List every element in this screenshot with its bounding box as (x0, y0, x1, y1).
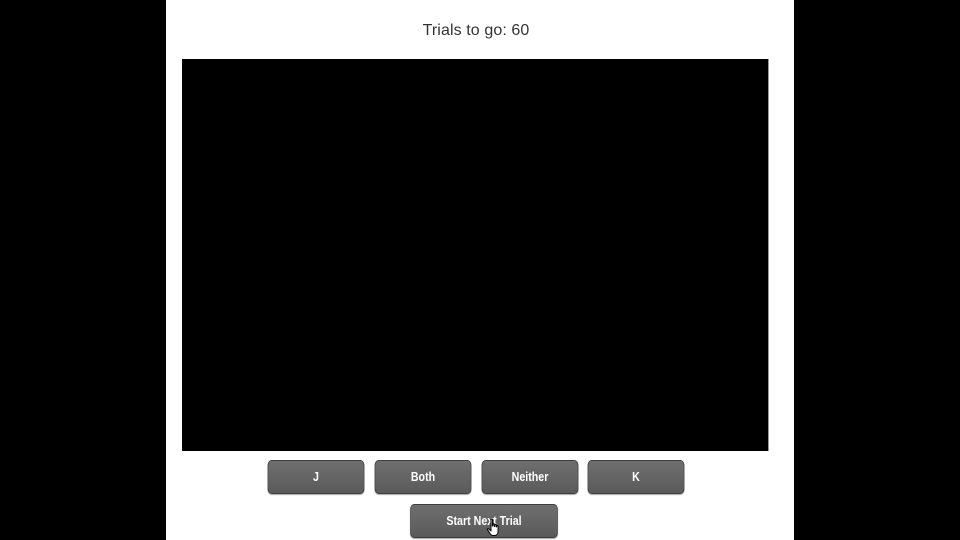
response-both-label: Both (410, 469, 436, 484)
trials-remaining-counter: Trials to go: 60 (422, 22, 530, 39)
response-k-button[interactable]: K (587, 460, 685, 494)
response-j-button[interactable]: J (267, 460, 365, 494)
start-next-trial-button[interactable]: Start Next Trial (410, 504, 558, 538)
response-j-label: J (313, 469, 319, 484)
response-k-label: K (632, 469, 640, 484)
stimulus-display (182, 59, 769, 451)
experiment-page: Trials to go: 60 J Both Neither K Start … (166, 0, 794, 540)
response-neither-label: Neither (511, 469, 549, 484)
response-both-button[interactable]: Both (374, 460, 472, 494)
start-next-trial-label: Start Next Trial (446, 513, 522, 528)
hand-pointer-icon (486, 518, 499, 536)
response-neither-button[interactable]: Neither (481, 460, 579, 494)
